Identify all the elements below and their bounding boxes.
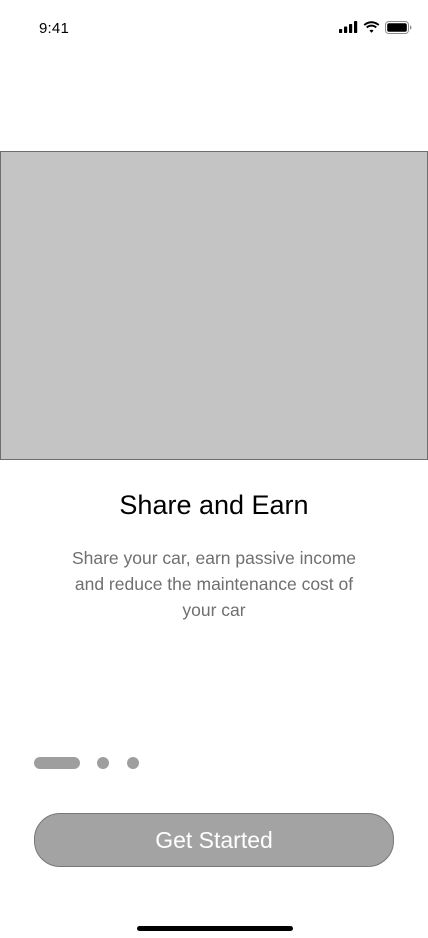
- onboarding-subtitle: Share your car, earn passive income and …: [71, 548, 357, 620]
- status-time: 9:41: [39, 20, 69, 37]
- get-started-button[interactable]: Get Started: [34, 813, 394, 867]
- cellular-signal-icon: [339, 21, 358, 33]
- home-indicator[interactable]: [137, 926, 293, 931]
- onboarding-title: Share and Earn: [119, 490, 309, 520]
- wifi-icon: [363, 21, 380, 33]
- page-indicator-dot[interactable]: [127, 757, 139, 769]
- get-started-label: Get Started: [155, 826, 273, 853]
- page-indicator-dot-active[interactable]: [34, 757, 80, 769]
- onboarding-image-placeholder: [0, 151, 428, 460]
- page-indicator-dot[interactable]: [97, 757, 109, 769]
- status-icons: [339, 20, 412, 34]
- status-bar: 9:41: [0, 0, 428, 58]
- battery-icon: [385, 20, 412, 34]
